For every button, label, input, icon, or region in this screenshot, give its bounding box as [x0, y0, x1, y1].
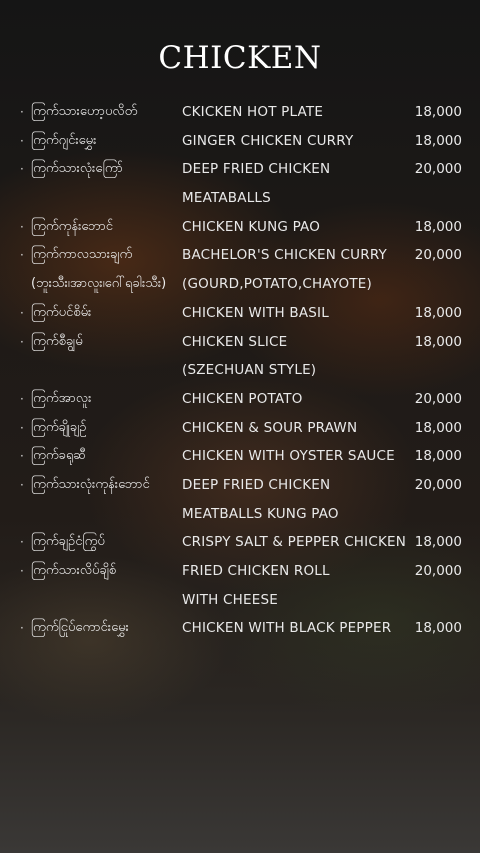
menu-item: · ကြက်ခရုဆီ CHICKEN WITH OYSTER SAUCE 18,00…: [0, 442, 480, 471]
menu-item-row: · ကြက်ဂျင်းမွှေး GINGER CHICKEN CURRY 18,00…: [0, 127, 480, 156]
item-name-myanmar: ကြက်ခရုဆီ: [31, 448, 86, 464]
item-price: 18,000: [414, 620, 462, 637]
menu-item: · ကြက်ချဉ်ငံကြွပ် CRISPY SALT & PEPPER CHI…: [0, 528, 480, 557]
item-name-english: CHICKEN KUNG PAO: [182, 218, 321, 235]
menu-item-row: · ကြက်ချိုချဉ် CHICKEN & SOUR PRAWN 18,000: [0, 414, 480, 443]
item-price: 20,000: [414, 247, 462, 264]
menu-item-row: · ကြက်ပင်စိမ်း CHICKEN WITH BASIL 18,000: [0, 299, 480, 328]
bullet-icon: ·: [20, 621, 24, 636]
item-name-myanmar: ကြက်ကာလသားချက်: [31, 247, 133, 263]
item-price: 20,000: [414, 161, 462, 178]
menu-item: · ကြက်အာလူး CHICKEN POTATO 20,000: [0, 385, 480, 414]
item-price: 18,000: [414, 534, 462, 551]
item-name-english: CHICKEN & SOUR PRAWN: [182, 419, 358, 436]
item-price: 18,000: [414, 333, 462, 350]
item-name-english: GINGER CHICKEN CURRY: [182, 132, 354, 149]
item-name-myanmar: ကြက်အာလူး: [31, 390, 92, 406]
menu-item: · ကြက်ကုန်းဘောင် CHICKEN KUNG PAO 18,000: [0, 213, 480, 242]
menu-item-row: · ကြက်သားလိပ်ချိစ် FRIED CHICKEN ROLL 20,00…: [0, 557, 480, 586]
menu-item-row: · ကြက်ခရုဆီ CHICKEN WITH OYSTER SAUCE 18,00…: [0, 442, 480, 471]
item-price: 20,000: [414, 563, 462, 579]
item-subtitle-english: (SZECHUAN STYLE): [182, 362, 317, 379]
menu-item: · ကြက်ပင်စိမ်း CHICKEN WITH BASIL 18,000: [0, 299, 480, 328]
menu-item: · ကြက်ဂျင်းမွှေး GINGER CHICKEN CURRY 18,00…: [0, 127, 480, 156]
menu-item-row: · ကြက်ကာလသားချက် BACHELOR'S CHICKEN CURRY 2…: [0, 241, 480, 270]
item-subtitle-myanmar: (ဘူးသီး၊အာလူး၊ဂေါ်ရခါးသီး): [31, 276, 167, 292]
item-subtitle-english: MEATABALLS: [182, 190, 271, 207]
menu-item: · ကြက်ကာလသားချက် BACHELOR'S CHICKEN CURRY 2…: [0, 241, 480, 298]
item-subtitle-english: (GOURD,POTATO,CHAYOTE): [182, 276, 372, 293]
item-name-myanmar: ကြက်ငြုပ်ကောင်းမွှေး: [31, 620, 129, 636]
item-name-myanmar: ကြက်ပင်စိမ်း: [31, 304, 92, 320]
bullet-icon: ·: [20, 248, 24, 263]
item-price: 18,000: [414, 419, 462, 436]
item-name-english: CHICKEN SLICE: [182, 333, 288, 350]
menu-item-row: · ကြက်သားလုံးကုန်းဘောင် DEEP FRIED CHICKEN…: [0, 471, 480, 500]
item-name-english: FRIED CHICKEN ROLL: [182, 563, 330, 579]
menu-item-continuation: (SZECHUAN STYLE): [0, 356, 480, 385]
item-name-english: CRISPY SALT & PEPPER CHICKEN: [182, 534, 407, 551]
menu-item-row: · ကြက်သားလုံးကြော် DEEP FRIED CHICKEN 20,00…: [0, 155, 480, 184]
item-name-myanmar: ကြက်ကုန်းဘောင်: [31, 218, 113, 234]
item-name-english: CHICKEN WITH BLACK PEPPER: [182, 620, 392, 637]
item-price: 18,000: [414, 304, 462, 321]
item-name-myanmar: ကြက်သားလုံးကြော်: [31, 161, 123, 177]
menu-item-continuation: (ဘူးသီး၊အာလူး၊ဂေါ်ရခါးသီး) (GOURD,POTATO,…: [0, 270, 480, 299]
item-price: 18,000: [414, 104, 462, 120]
menu-item: · ကြက်စီချွမ် CHICKEN SLICE 18,000 (SZECHUAN…: [0, 328, 480, 385]
menu-item: · ကြက်သားဟော့ပလိတ် CKICKEN HOT PLATE 18,000: [0, 98, 480, 127]
item-name-myanmar: ကြက်သားဟော့ပလိတ်: [31, 104, 138, 119]
item-subtitle-english: WITH CHEESE: [182, 591, 278, 608]
menu-list: · ကြက်သားဟော့ပလိတ် CKICKEN HOT PLATE 18,000…: [0, 98, 480, 643]
item-name-english: DEEP FRIED CHICKEN: [182, 161, 331, 178]
menu-item-continuation: WITH CHEESE: [0, 586, 480, 615]
bullet-icon: ·: [20, 420, 24, 435]
bullet-icon: ·: [20, 535, 24, 550]
item-subtitle-english: MEATBALLS KUNG PAO: [182, 505, 339, 522]
menu-item-row: · ကြက်အာလူး CHICKEN POTATO 20,000: [0, 385, 480, 414]
item-price: 18,000: [414, 218, 462, 235]
menu-item-row: · ကြက်ချဉ်ငံကြွပ် CRISPY SALT & PEPPER CHI…: [0, 528, 480, 557]
item-name-myanmar: ကြက်စီချွမ်: [31, 333, 83, 349]
item-name-english: CHICKEN WITH OYSTER SAUCE: [182, 448, 395, 465]
bullet-icon: ·: [20, 305, 24, 320]
menu-item-row: · ကြက်ကုန်းဘောင် CHICKEN KUNG PAO 18,000: [0, 213, 480, 242]
item-name-myanmar: ကြက်သားလိပ်ချိစ်: [31, 563, 117, 578]
bullet-icon: ·: [20, 105, 24, 119]
item-name-english: CKICKEN HOT PLATE: [182, 104, 324, 120]
bullet-icon: ·: [20, 219, 24, 234]
item-price: 20,000: [414, 390, 462, 407]
item-name-english: CHICKEN POTATO: [182, 390, 303, 407]
item-name-myanmar: ကြက်ဂျင်းမွှေး: [31, 132, 97, 148]
bullet-icon: ·: [20, 162, 24, 177]
menu-item: · ကြက်သားလုံးကြော် DEEP FRIED CHICKEN 20,00…: [0, 155, 480, 212]
menu-item-row: · ကြက်စီချွမ် CHICKEN SLICE 18,000: [0, 328, 480, 357]
menu-item-continuation: MEATBALLS KUNG PAO: [0, 500, 480, 529]
item-name-english: CHICKEN WITH BASIL: [182, 304, 329, 321]
menu-item-continuation: MEATABALLS: [0, 184, 480, 213]
menu-title: CHICKEN: [158, 40, 322, 76]
bullet-icon: ·: [20, 564, 24, 578]
bullet-icon: ·: [20, 477, 24, 492]
bullet-icon: ·: [20, 133, 24, 148]
menu-item: · ကြက်သားလိပ်ချိစ် FRIED CHICKEN ROLL 20,00…: [0, 557, 480, 614]
item-name-english: DEEP FRIED CHICKEN: [182, 476, 331, 493]
item-price: 20,000: [414, 476, 462, 493]
menu-item: · ကြက်သားလုံးကုန်းဘောင် DEEP FRIED CHICKEN…: [0, 471, 480, 528]
bullet-icon: ·: [20, 391, 24, 406]
item-price: 18,000: [414, 132, 462, 149]
bullet-icon: ·: [20, 334, 24, 349]
item-name-myanmar: ကြက်ချဉ်ငံကြွပ်: [31, 534, 105, 550]
item-name-myanmar: ကြက်ချိုချဉ်: [31, 419, 87, 435]
item-name-myanmar: ကြက်သားလုံးကုန်းဘောင်: [31, 476, 150, 492]
item-name-english: BACHELOR'S CHICKEN CURRY: [182, 247, 387, 264]
menu-item: · ကြက်ငြုပ်ကောင်းမွှေး CHICKEN WITH BLACK …: [0, 614, 480, 643]
menu-item-row: · ကြက်ငြုပ်ကောင်းမွှေး CHICKEN WITH BLACK …: [0, 614, 480, 643]
menu-item: · ကြက်ချိုချဉ် CHICKEN & SOUR PRAWN 18,000: [0, 414, 480, 443]
item-price: 18,000: [414, 448, 462, 465]
menu-item-row: · ကြက်သားဟော့ပလိတ် CKICKEN HOT PLATE 18,000: [0, 98, 480, 127]
bullet-icon: ·: [20, 449, 24, 464]
